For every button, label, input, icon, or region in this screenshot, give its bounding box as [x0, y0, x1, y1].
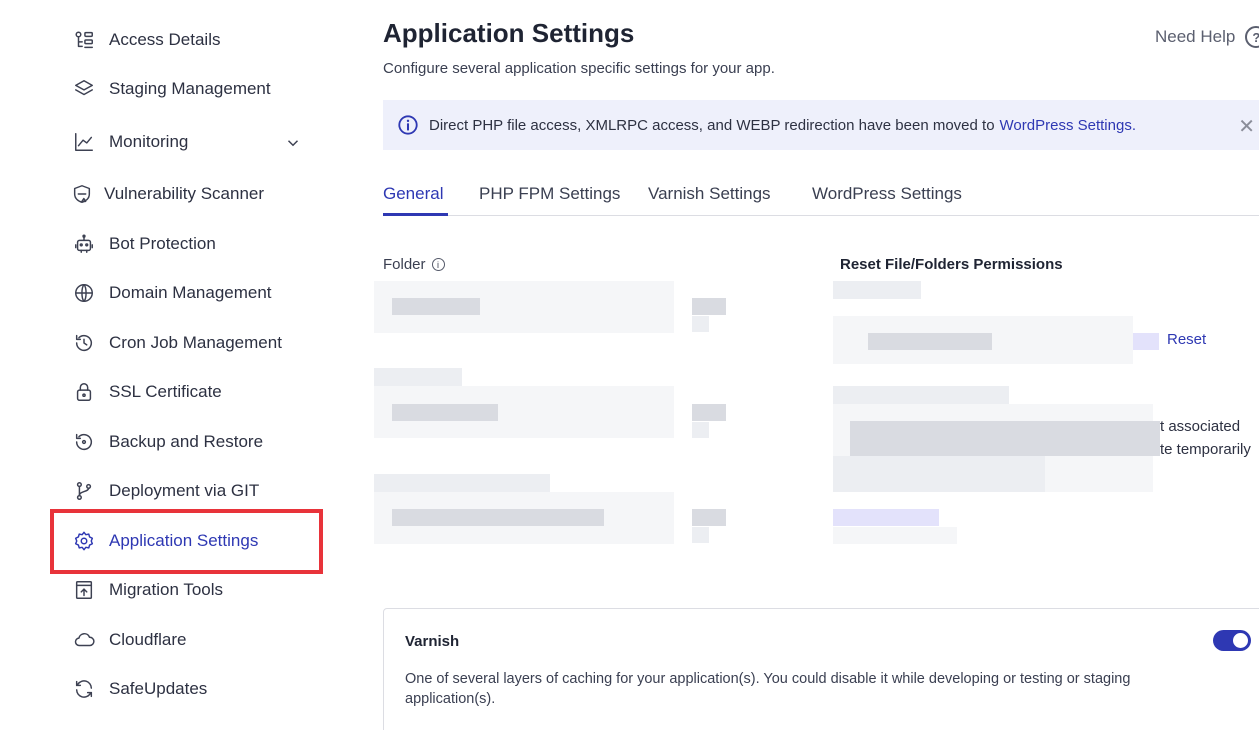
varnish-card: Varnish One of several layers of caching…	[383, 608, 1259, 730]
partial-description-text: te temporarily	[1160, 441, 1251, 458]
redacted-block	[833, 527, 957, 544]
sidebar-item-label: Bot Protection	[109, 234, 216, 253]
tab-varnish-settings[interactable]: Varnish Settings	[648, 184, 771, 204]
redacted-block	[692, 404, 726, 421]
sidebar-item-ssl-certificate[interactable]: SSL Certificate	[72, 378, 222, 406]
sidebar-item-bot-protection[interactable]: Bot Protection	[72, 230, 216, 258]
redacted-block	[692, 527, 709, 543]
cloud-icon	[72, 628, 96, 652]
backup-icon	[72, 430, 96, 454]
redacted-block	[850, 421, 1160, 456]
banner-text: Direct PHP file access, XMLRPC access, a…	[429, 116, 995, 134]
layers-icon	[72, 77, 96, 101]
sidebar: Access Details Staging Management Monito…	[0, 0, 340, 730]
tab-general[interactable]: General	[383, 184, 443, 204]
info-icon	[398, 115, 418, 135]
history-icon	[72, 331, 96, 355]
active-tab-indicator	[383, 213, 448, 216]
sidebar-item-access-details[interactable]: Access Details	[72, 26, 220, 54]
chart-icon	[72, 130, 96, 154]
sidebar-item-deployment-git[interactable]: Deployment via GIT	[72, 477, 259, 505]
migration-icon	[72, 578, 96, 602]
access-details-icon	[72, 28, 96, 52]
sidebar-item-safeupdates[interactable]: SafeUpdates	[72, 675, 207, 703]
refresh-icon	[72, 677, 96, 701]
www-icon	[72, 281, 96, 305]
shield-scan-icon	[70, 182, 94, 206]
redacted-block	[692, 316, 709, 332]
sidebar-item-label: Vulnerability Scanner	[104, 184, 265, 203]
partial-description-text: t associated	[1160, 418, 1241, 435]
redacted-block	[692, 509, 726, 526]
redacted-block	[868, 333, 992, 350]
sidebar-item-monitoring[interactable]: Monitoring	[72, 128, 188, 156]
redacted-block	[833, 386, 1009, 404]
redacted-block	[392, 404, 498, 421]
info-banner: Direct PHP file access, XMLRPC access, a…	[383, 100, 1259, 150]
settings-tabs: General PHP FPM Settings Varnish Setting…	[383, 180, 1259, 216]
sidebar-item-domain-management[interactable]: Domain Management	[72, 279, 272, 307]
sidebar-item-label: Domain Management	[109, 283, 272, 302]
sidebar-item-cloudflare[interactable]: Cloudflare	[72, 626, 187, 654]
varnish-title: Varnish	[405, 633, 460, 650]
folder-label: Folder i	[383, 256, 445, 273]
chevron-down-icon[interactable]	[284, 134, 302, 152]
page-subtitle: Configure several application specific s…	[383, 60, 775, 77]
tab-wordpress-settings[interactable]: WordPress Settings	[812, 184, 962, 204]
redacted-block	[692, 422, 709, 438]
sidebar-item-label: SafeUpdates	[109, 679, 208, 698]
sidebar-item-label: Deployment via GIT	[109, 481, 260, 500]
redacted-block	[392, 509, 604, 526]
sidebar-item-staging-management[interactable]: Staging Management	[72, 75, 271, 103]
redacted-block	[1133, 333, 1159, 350]
sidebar-item-label: Staging Management	[109, 79, 271, 98]
git-branch-icon	[72, 479, 96, 503]
sidebar-item-label: Migration Tools	[109, 580, 224, 599]
help-icon: ?	[1245, 26, 1259, 48]
sidebar-item-vulnerability-scanner[interactable]: Vulnerability Scanner	[70, 180, 264, 208]
sidebar-item-label: Cloudflare	[109, 630, 187, 649]
redacted-block	[392, 298, 480, 315]
sidebar-item-migration-tools[interactable]: Migration Tools	[72, 576, 223, 604]
lock-icon	[72, 380, 96, 404]
redacted-block	[833, 509, 939, 526]
sidebar-item-label: Backup and Restore	[109, 432, 264, 451]
need-help-label: Need Help	[1155, 27, 1236, 46]
redacted-block	[374, 474, 550, 492]
tab-php-fpm-settings[interactable]: PHP FPM Settings	[479, 184, 620, 204]
folder-label-text: Folder	[383, 256, 426, 273]
sidebar-item-label: Monitoring	[109, 132, 189, 151]
toggle-knob	[1233, 633, 1248, 648]
sidebar-item-label: Access Details	[109, 30, 221, 49]
redacted-block	[374, 368, 462, 386]
varnish-toggle[interactable]	[1213, 630, 1251, 651]
close-icon[interactable]: ✕	[1238, 114, 1255, 139]
sidebar-item-backup-restore[interactable]: Backup and Restore	[72, 428, 263, 456]
redacted-block	[692, 298, 726, 315]
sidebar-item-label: SSL Certificate	[109, 382, 222, 401]
page-title: Application Settings	[383, 18, 635, 48]
sidebar-item-cron-job-management[interactable]: Cron Job Management	[72, 329, 282, 357]
redacted-block	[833, 281, 921, 299]
info-icon[interactable]: i	[431, 258, 445, 271]
need-help-link[interactable]: Need Help ?	[1155, 26, 1259, 48]
robot-icon	[72, 232, 96, 256]
permissions-label: Reset File/Folders Permissions	[840, 256, 1063, 273]
varnish-description: One of several layers of caching for you…	[405, 671, 1131, 707]
reset-permissions-link[interactable]: Reset	[1167, 331, 1206, 348]
sidebar-item-label: Cron Job Management	[109, 333, 282, 352]
wordpress-settings-link[interactable]: WordPress Settings.	[1000, 117, 1136, 134]
selection-highlight	[50, 509, 323, 574]
redacted-block	[833, 456, 1045, 492]
